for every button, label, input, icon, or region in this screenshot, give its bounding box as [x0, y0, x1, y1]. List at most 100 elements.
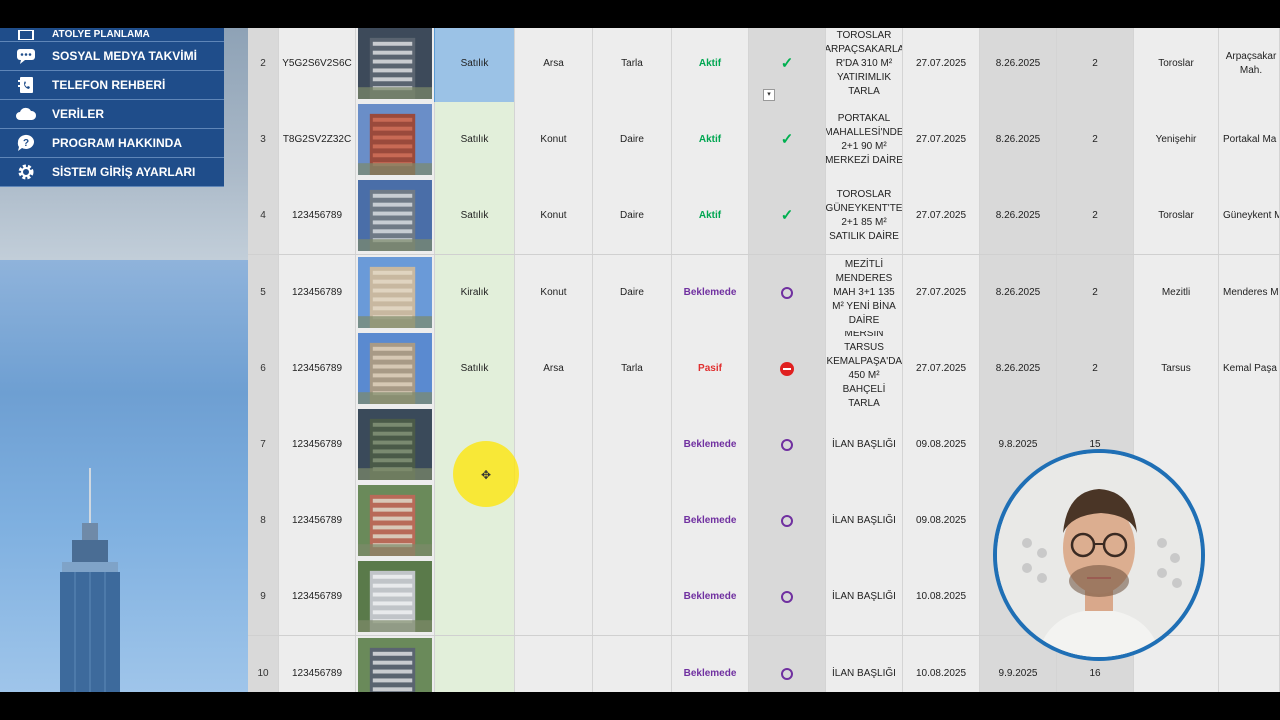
dropdown-arrow-icon[interactable]: ▾: [763, 89, 775, 101]
listing-photo[interactable]: [356, 483, 435, 560]
listing-code[interactable]: Y5G2S6V2S6C: [279, 28, 356, 102]
row-number[interactable]: 9: [248, 559, 279, 636]
end-date[interactable]: 8.26.2025: [980, 254, 1057, 331]
duration-count[interactable]: 2: [1057, 254, 1134, 331]
end-date[interactable]: 8.26.2025: [980, 28, 1057, 102]
neighborhood[interactable]: [1219, 559, 1280, 636]
listing-type[interactable]: Satılık: [434, 28, 516, 103]
neighborhood[interactable]: Arpaçsakar Mah.: [1219, 28, 1280, 102]
duration-count[interactable]: 2: [1057, 330, 1134, 407]
menu-item-veriler[interactable]: VERİLER: [0, 100, 224, 129]
district[interactable]: Yenişehir: [1134, 102, 1219, 179]
listing-title[interactable]: MERSİN TARSUS KEMALPAŞA'DA 450 M² BAHÇEL…: [826, 330, 903, 407]
listing-type[interactable]: Satılık: [435, 102, 515, 179]
listing-photo[interactable]: [356, 28, 435, 102]
listing-photo[interactable]: [356, 407, 435, 483]
neighborhood[interactable]: Güneykent M: [1219, 178, 1280, 255]
status-badge[interactable]: Beklemede: [672, 483, 749, 560]
listing-subcategory[interactable]: Daire: [593, 102, 672, 179]
listing-code[interactable]: 123456789: [279, 483, 356, 560]
listing-title[interactable]: TOROSLAR ARPAÇSAKARLA R'DA 310 M² YATIRI…: [826, 28, 903, 102]
listing-subcategory[interactable]: Tarla: [593, 330, 672, 407]
listing-code[interactable]: 123456789: [279, 178, 356, 255]
listing-title[interactable]: İLAN BAŞLIĞI: [826, 407, 903, 483]
listing-title[interactable]: MEZİTLİ MENDERES MAH 3+1 135 M² YENİ BİN…: [826, 254, 903, 331]
duration-count[interactable]: 2: [1057, 178, 1134, 255]
listing-category[interactable]: Konut: [515, 254, 593, 331]
listing-code[interactable]: 123456789: [279, 635, 356, 692]
neighborhood[interactable]: [1219, 635, 1280, 692]
listing-subcategory[interactable]: [593, 407, 672, 483]
status-badge[interactable]: Aktif: [672, 178, 749, 255]
menu-item-sistem-giris[interactable]: SİSTEM GİRİŞ AYARLARI: [0, 158, 224, 187]
status-badge[interactable]: Beklemede: [672, 407, 749, 483]
row-number[interactable]: 6: [248, 330, 279, 407]
listing-category[interactable]: Arsa: [515, 28, 593, 102]
end-date[interactable]: 8.26.2025: [980, 102, 1057, 179]
listing-title[interactable]: İLAN BAŞLIĞI: [826, 559, 903, 636]
listing-category[interactable]: [515, 483, 593, 560]
listing-title[interactable]: İLAN BAŞLIĞI: [826, 635, 903, 692]
listing-subcategory[interactable]: [593, 483, 672, 560]
listing-subcategory[interactable]: Tarla: [593, 28, 672, 102]
listing-category[interactable]: Konut: [515, 102, 593, 179]
listing-photo[interactable]: [356, 254, 435, 331]
start-date[interactable]: 09.08.2025: [903, 483, 980, 560]
district[interactable]: Mezitli: [1134, 254, 1219, 331]
listing-subcategory[interactable]: Daire: [593, 254, 672, 331]
neighborhood[interactable]: Portakal Ma: [1219, 102, 1280, 179]
start-date[interactable]: 27.07.2025: [903, 254, 980, 331]
listing-type[interactable]: Satılık: [435, 330, 515, 407]
listing-photo[interactable]: [356, 635, 435, 692]
neighborhood[interactable]: Kemal Paşa M: [1219, 330, 1280, 407]
start-date[interactable]: 27.07.2025: [903, 178, 980, 255]
start-date[interactable]: 27.07.2025: [903, 330, 980, 407]
listing-category[interactable]: [515, 559, 593, 636]
row-number[interactable]: 2: [248, 28, 279, 102]
district[interactable]: Toroslar: [1134, 28, 1219, 102]
status-badge[interactable]: Beklemede: [672, 559, 749, 636]
listing-photo[interactable]: [356, 178, 435, 255]
listing-type[interactable]: Satılık: [435, 178, 515, 255]
table-row[interactable]: 4 123456789 Satılık Konut Daire Aktif ✓ TOROSLA…: [248, 178, 1280, 256]
end-date[interactable]: 8.26.2025: [980, 178, 1057, 255]
listing-subcategory[interactable]: [593, 559, 672, 636]
listing-code[interactable]: 123456789: [279, 407, 356, 483]
start-date[interactable]: 27.07.2025: [903, 102, 980, 179]
table-row[interactable]: 3 T8G2SV2Z32C Satılık Konut Daire Aktif ✓ PORTA…: [248, 102, 1280, 180]
duration-count[interactable]: 2: [1057, 28, 1134, 102]
listing-category[interactable]: [515, 635, 593, 692]
listing-title[interactable]: TOROSLAR GÜNEYKENT'TE 2+1 85 M² SATILIK …: [826, 178, 903, 255]
table-row[interactable]: 5 123456789 Kiralık Konut Daire Beklemede MEZİ…: [248, 254, 1280, 332]
row-number[interactable]: 3: [248, 102, 279, 179]
listing-title[interactable]: İLAN BAŞLIĞI: [826, 483, 903, 560]
district[interactable]: Tarsus: [1134, 330, 1219, 407]
start-date[interactable]: 10.08.2025: [903, 635, 980, 692]
menu-item-program-hakkinda[interactable]: ? PROGRAM HAKKINDA: [0, 129, 224, 158]
listing-photo[interactable]: [356, 102, 435, 179]
listing-code[interactable]: T8G2SV2Z32C: [279, 102, 356, 179]
start-date[interactable]: 09.08.2025: [903, 407, 980, 483]
row-number[interactable]: 5: [248, 254, 279, 331]
listing-category[interactable]: Konut: [515, 178, 593, 255]
row-number[interactable]: 7: [248, 407, 279, 483]
row-number[interactable]: 10: [248, 635, 279, 692]
listing-code[interactable]: 123456789: [279, 559, 356, 636]
neighborhood[interactable]: [1219, 483, 1280, 560]
listing-subcategory[interactable]: [593, 635, 672, 692]
listing-category[interactable]: Arsa: [515, 330, 593, 407]
status-badge[interactable]: Beklemede: [672, 254, 749, 331]
listing-code[interactable]: 123456789: [279, 254, 356, 331]
row-number[interactable]: 8: [248, 483, 279, 560]
status-badge[interactable]: Aktif: [672, 28, 749, 102]
duration-count[interactable]: 2: [1057, 102, 1134, 179]
status-badge[interactable]: Aktif: [672, 102, 749, 179]
end-date[interactable]: 8.26.2025: [980, 330, 1057, 407]
table-row[interactable]: 6 123456789 Satılık Arsa Tarla Pasif MERSİN TA…: [248, 330, 1280, 408]
listing-type[interactable]: [435, 635, 515, 692]
listing-type[interactable]: Kiralık: [435, 254, 515, 331]
listing-photo[interactable]: [356, 559, 435, 636]
menu-item-telefon-rehberi[interactable]: TELEFON REHBERİ: [0, 71, 224, 100]
listing-category[interactable]: [515, 407, 593, 483]
status-badge[interactable]: Pasif: [672, 330, 749, 407]
